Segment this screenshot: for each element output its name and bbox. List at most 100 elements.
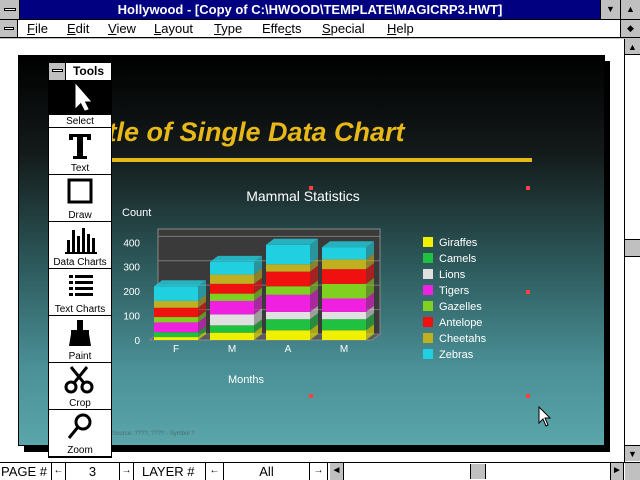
bar-segment[interactable]	[154, 322, 198, 333]
draw-tool-icon	[67, 178, 93, 204]
minimize-button[interactable]: ▼	[600, 0, 620, 19]
bar-segment[interactable]	[154, 307, 198, 318]
vertical-scrollbar[interactable]: ▲ ▼	[624, 39, 640, 462]
horizontal-scroll-thumb[interactable]	[470, 464, 486, 479]
legend-swatch	[423, 333, 433, 343]
tool-draw[interactable]: Draw	[49, 175, 111, 222]
bar-segment[interactable]	[210, 314, 254, 326]
next-page-button[interactable]: →	[120, 463, 134, 480]
restore-button[interactable]: ◆	[620, 20, 640, 37]
legend-label[interactable]: Camels	[439, 253, 477, 265]
bar-segment[interactable]	[322, 319, 366, 331]
bar-segment[interactable]	[266, 271, 310, 287]
bar-segment[interactable]	[266, 244, 310, 265]
legend-label[interactable]: Antelope	[439, 317, 482, 329]
maximize-button[interactable]: ▲	[620, 0, 640, 19]
chart-title[interactable]: Mammal Statistics	[246, 188, 360, 204]
tool-data-charts[interactable]: Data Charts	[49, 222, 111, 269]
selection-handle[interactable]	[309, 186, 313, 190]
menu-edit[interactable]: Edit	[67, 20, 89, 37]
bar-segment[interactable]	[154, 317, 198, 323]
bar-segment[interactable]	[210, 283, 254, 294]
layer-value[interactable]: All	[224, 463, 310, 480]
bar-segment[interactable]	[210, 261, 254, 275]
bar-segment[interactable]	[266, 286, 310, 295]
bar-segment[interactable]	[210, 274, 254, 284]
menu-special[interactable]: Special	[322, 20, 365, 37]
bar-segment[interactable]	[210, 332, 254, 340]
bar-segment[interactable]	[322, 298, 366, 312]
system-menu-button[interactable]	[0, 0, 20, 19]
bar-segment[interactable]	[266, 319, 310, 331]
selection-handle[interactable]	[526, 394, 530, 398]
prev-page-button[interactable]: ←	[52, 463, 66, 480]
title-bar[interactable]: Hollywood - [Copy of C:\HWOOD\TEMPLATE\M…	[0, 0, 640, 20]
next-layer-button[interactable]: →	[310, 463, 328, 480]
vertical-scroll-thumb[interactable]	[625, 239, 640, 257]
bar-segment[interactable]	[322, 330, 366, 340]
bar-segment[interactable]	[266, 294, 310, 312]
legend-label[interactable]: Zebras	[439, 349, 474, 361]
menu-view[interactable]: View	[108, 20, 136, 37]
page-number[interactable]: 3	[66, 463, 120, 480]
scroll-left-button[interactable]: ◄	[330, 463, 344, 480]
menu-type[interactable]: Type	[214, 20, 242, 37]
legend-label[interactable]: Cheetahs	[439, 333, 487, 345]
bar-segment[interactable]	[210, 293, 254, 301]
prev-layer-button[interactable]: ←	[206, 463, 224, 480]
bar-segment[interactable]	[154, 286, 198, 301]
bar-segment[interactable]	[322, 259, 366, 270]
bar-segment[interactable]	[266, 264, 310, 272]
tool-text-charts[interactable]: Text Charts	[49, 269, 111, 316]
bar-segment[interactable]	[154, 300, 198, 308]
selection-handle[interactable]	[526, 186, 530, 190]
legend-swatch	[423, 269, 433, 279]
legend-label[interactable]: Tigers	[439, 285, 470, 297]
legend-label[interactable]: Gazelles	[439, 301, 482, 313]
status-bar: PAGE # ← 3 → LAYER # ← All → ◄ ►	[0, 462, 640, 480]
bar-segment[interactable]	[154, 337, 198, 340]
tool-label: Text	[49, 162, 111, 175]
bar-segment[interactable]	[322, 283, 366, 299]
bar-segment[interactable]	[154, 332, 198, 338]
menu-bar: File Edit View Layout Type Effects Special Help…	[0, 20, 640, 38]
menu-file[interactable]: File	[27, 20, 48, 37]
bar-segment[interactable]	[210, 300, 254, 315]
tool-crop[interactable]: Crop	[49, 363, 111, 410]
tools-menu-button[interactable]	[49, 63, 66, 80]
bar-top	[266, 238, 318, 245]
tools-palette[interactable]: Tools Select Text Draw Data Charts Text Char…	[48, 62, 112, 458]
tool-select[interactable]: Select	[49, 81, 111, 128]
scroll-up-button[interactable]: ▲	[625, 39, 640, 55]
legend-label[interactable]: Lions	[439, 269, 466, 281]
bar-segment[interactable]	[322, 269, 366, 284]
tools-menu-icon	[52, 69, 63, 72]
menu-layout[interactable]: Layout	[154, 20, 193, 37]
bar-segment[interactable]	[266, 330, 310, 340]
selection-handle[interactable]	[526, 290, 530, 294]
x-tick-label: M	[340, 344, 348, 355]
menu-effects[interactable]: Effects	[262, 20, 302, 37]
document-menu-button[interactable]	[0, 20, 18, 37]
y-tick-label: 200	[123, 287, 140, 298]
bar-segment[interactable]	[210, 325, 254, 333]
bar-segment[interactable]	[322, 247, 366, 260]
y-axis-label[interactable]: Count	[122, 207, 151, 219]
bar-top	[322, 241, 374, 248]
bar-segment[interactable]	[322, 311, 366, 320]
bar-segment[interactable]	[266, 311, 310, 320]
x-axis-label[interactable]: Months	[228, 374, 265, 386]
scroll-right-button[interactable]: ►	[610, 463, 624, 480]
selection-handle[interactable]	[309, 394, 313, 398]
scroll-down-button[interactable]: ▼	[625, 445, 640, 461]
legend-label[interactable]: Giraffes	[439, 237, 478, 249]
size-grip	[625, 463, 640, 480]
x-tick-label: A	[285, 344, 292, 355]
chart-footnote[interactable]: Source: ????, ???? - Symbol ?	[112, 431, 195, 437]
tool-label: Text Charts	[49, 303, 111, 316]
menu-help[interactable]: Help	[387, 20, 414, 37]
tool-paint[interactable]: Paint	[49, 316, 111, 363]
tools-title-bar[interactable]: Tools	[49, 63, 111, 81]
tool-zoom[interactable]: Zoom	[49, 410, 111, 457]
tool-text[interactable]: Text	[49, 128, 111, 175]
